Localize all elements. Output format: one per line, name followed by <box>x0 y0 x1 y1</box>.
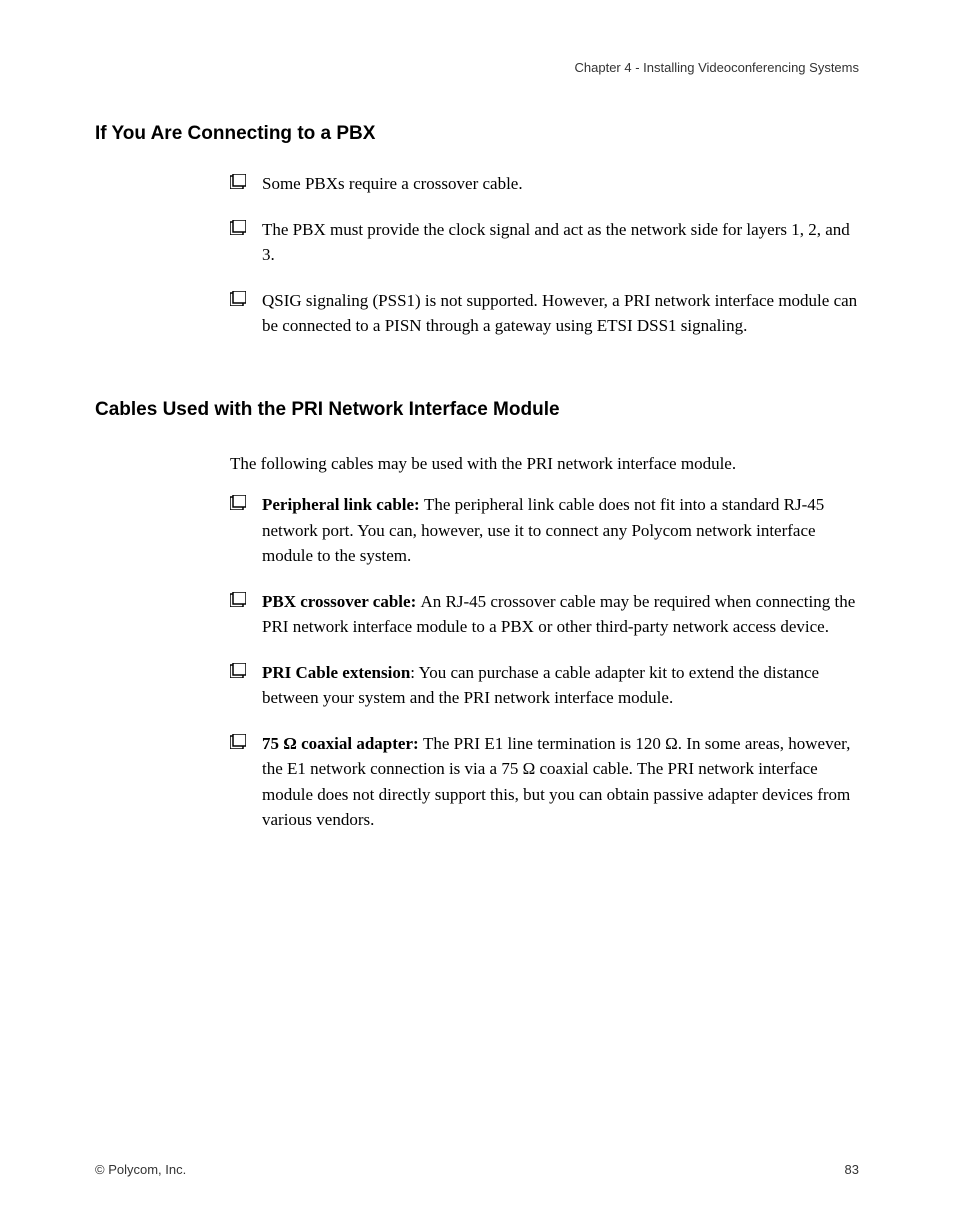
heading-cables: Cables Used with the PRI Network Interfa… <box>95 399 859 421</box>
checkbox-icon <box>230 734 246 749</box>
list-item: Some PBXs require a crossover cable. <box>230 171 859 197</box>
list-item: QSIG signaling (PSS1) is not supported. … <box>230 288 859 339</box>
list-item: 75 Ω coaxial adapter: The PRI E1 line te… <box>230 731 859 833</box>
item-text: Peripheral link cable: The peripheral li… <box>262 492 859 569</box>
section-pbx: If You Are Connecting to a PBX Some PBXs… <box>95 123 859 339</box>
checkbox-icon <box>230 291 246 306</box>
page-footer: © Polycom, Inc. 83 <box>95 1162 859 1177</box>
chapter-title: Chapter 4 - Installing Videoconferencing… <box>575 60 859 75</box>
item-text: The PBX must provide the clock signal an… <box>262 217 859 268</box>
page-number: 83 <box>845 1162 859 1177</box>
item-text: QSIG signaling (PSS1) is not supported. … <box>262 288 859 339</box>
item-text: PRI Cable extension: You can purchase a … <box>262 660 859 711</box>
item-bold: 75 Ω coaxial adapter: <box>262 734 423 753</box>
intro-text: The following cables may be used with th… <box>230 451 859 477</box>
list-item: Peripheral link cable: The peripheral li… <box>230 492 859 569</box>
item-text: Some PBXs require a crossover cable. <box>262 171 523 197</box>
checkbox-icon <box>230 592 246 607</box>
checkbox-icon <box>230 174 246 189</box>
item-bold: Peripheral link cable: <box>262 495 424 514</box>
list-item: The PBX must provide the clock signal an… <box>230 217 859 268</box>
heading-pbx: If You Are Connecting to a PBX <box>95 123 859 145</box>
content-cables: The following cables may be used with th… <box>230 451 859 833</box>
checkbox-icon <box>230 663 246 678</box>
copyright-text: © Polycom, Inc. <box>95 1162 186 1177</box>
item-bold: PBX crossover cable: <box>262 592 420 611</box>
page-header: Chapter 4 - Installing Videoconferencing… <box>95 60 859 75</box>
item-bold: PRI Cable extension <box>262 663 410 682</box>
list-item: PBX crossover cable: An RJ-45 crossover … <box>230 589 859 640</box>
list-item: PRI Cable extension: You can purchase a … <box>230 660 859 711</box>
content-pbx: Some PBXs require a crossover cable. The… <box>230 171 859 339</box>
checkbox-icon <box>230 495 246 510</box>
item-text: 75 Ω coaxial adapter: The PRI E1 line te… <box>262 731 859 833</box>
section-cables: Cables Used with the PRI Network Interfa… <box>95 399 859 833</box>
checkbox-icon <box>230 220 246 235</box>
item-text: PBX crossover cable: An RJ-45 crossover … <box>262 589 859 640</box>
